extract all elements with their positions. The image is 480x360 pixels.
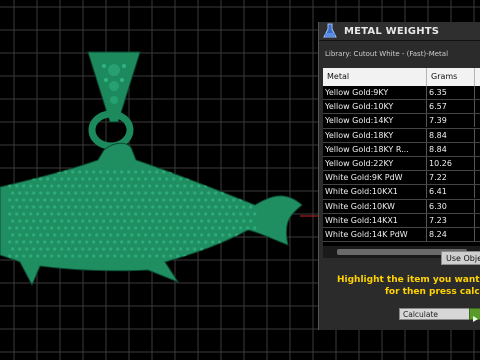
metal-cell: White Gold:10KW (323, 199, 427, 213)
metal-cell: Yellow Gold:18KY (323, 128, 427, 142)
grams-cell: 6.30 (427, 199, 475, 213)
extra-cell (475, 185, 480, 198)
column-header-metal[interactable]: Metal (323, 68, 427, 86)
instruction-text: Highlight the item you want to fi for th… (319, 274, 480, 298)
grams-cell: 7.22 (427, 171, 475, 185)
table-row[interactable]: White Gold:14K PdW 8.24 (323, 227, 480, 243)
metal-cell: White Gold:14K PdW (323, 227, 427, 241)
panel-title: METAL WEIGHTS (344, 25, 440, 37)
column-header-extra[interactable] (475, 68, 480, 86)
table-row[interactable]: Yellow Gold:18KY R... 8.84 (323, 142, 480, 157)
column-header-grams[interactable]: Grams (427, 68, 475, 86)
table-row[interactable]: Yellow Gold:9KY 6.35 (323, 86, 480, 101)
grams-cell: 8.84 (427, 128, 475, 142)
table-row[interactable]: White Gold:10KW 6.30 (323, 199, 480, 214)
extra-cell (475, 86, 480, 99)
table-row[interactable]: Yellow Gold:14KY 7.39 (323, 114, 480, 129)
calculate-go-button[interactable] (469, 308, 480, 322)
metal-cell: White Gold:10KX1 (323, 185, 427, 199)
panel-header: METAL WEIGHTS (319, 22, 480, 41)
table-row[interactable]: Yellow Gold:22KY 10.26 (323, 156, 480, 172)
grams-cell: 6.41 (427, 185, 475, 199)
metal-cell: Yellow Gold:22KY (323, 156, 427, 170)
table-body: Yellow Gold:9KY 6.35 Yellow Gold:10KY 6.57 Y… (323, 86, 480, 243)
table-row[interactable]: Yellow Gold:10KY 6.57 (323, 100, 480, 115)
grams-cell: 8.24 (427, 227, 475, 241)
metal-cell: Yellow Gold:18KY R... (323, 142, 427, 156)
grams-cell: 6.35 (427, 86, 475, 99)
extra-cell (475, 114, 480, 127)
extra-cell (475, 143, 480, 156)
extra-cell (475, 171, 480, 184)
extra-cell (475, 157, 480, 170)
metal-weights-table[interactable]: Metal Grams Yellow Gold:9KY 6.35 Yellow Go… (323, 68, 480, 258)
instruction-line-1: Highlight the item you want to fi (337, 275, 480, 285)
grams-cell: 6.57 (427, 100, 475, 114)
table-row[interactable]: White Gold:9K PdW 7.22 (323, 171, 480, 186)
table-row[interactable]: White Gold:14KX1 7.23 (323, 213, 480, 228)
calculate-dropdown[interactable]: Calculate (399, 308, 471, 320)
metal-cell: Yellow Gold:9KY (323, 86, 427, 99)
table-row[interactable]: Yellow Gold:18KY 8.84 (323, 128, 480, 143)
grams-cell: 8.84 (427, 142, 475, 156)
metal-weights-panel: METAL WEIGHTS Library: Cutout White - (F… (318, 22, 480, 330)
metal-cell: White Gold:14KX1 (323, 213, 427, 227)
extra-cell (475, 100, 480, 113)
extra-cell (475, 228, 480, 241)
play-icon (473, 316, 478, 322)
use-object-button[interactable]: Use Obje (441, 251, 480, 265)
library-label: Library: Cutout White - (Fast)-Metal (325, 50, 449, 58)
metal-cell: Yellow Gold:14KY (323, 114, 427, 128)
grams-cell: 7.23 (427, 213, 475, 227)
table-row[interactable]: White Gold:10KX1 6.41 (323, 185, 480, 200)
extra-cell (475, 129, 480, 142)
flask-icon (323, 23, 337, 38)
grams-cell: 7.39 (427, 114, 475, 128)
instruction-line-2: for then press calcula (385, 287, 480, 297)
extra-cell (475, 200, 480, 213)
grams-cell: 10.26 (427, 156, 475, 170)
extra-cell (475, 214, 480, 227)
table-header: Metal Grams (323, 68, 480, 86)
metal-cell: White Gold:9K PdW (323, 171, 427, 185)
metal-cell: Yellow Gold:10KY (323, 100, 427, 114)
